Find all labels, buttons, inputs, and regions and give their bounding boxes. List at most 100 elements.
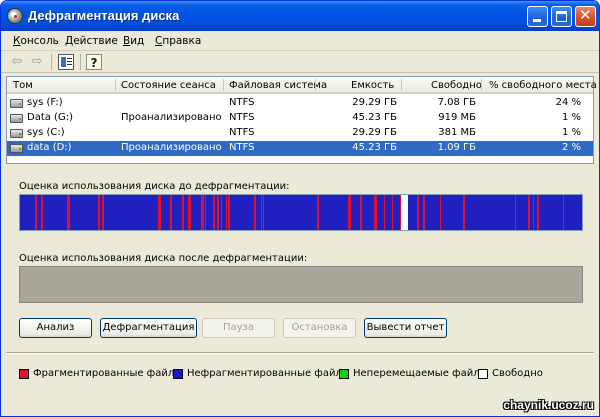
fragmented-stripe [463,195,465,230]
pause-button[interactable]: Пауза [202,318,275,338]
volume-row-selected[interactable]: data (D:) Проанализировано NTFS 45.23 ГБ… [7,141,593,156]
free-space: 7.08 ГБ [437,97,476,108]
fragmented-stripe [226,195,227,230]
minimize-button[interactable] [527,6,548,27]
defrag-content: Том Состояние сеанса Файловая система Ем… [6,76,597,414]
fragmented-stripe [563,195,564,230]
col-capacity[interactable]: Емкость [351,80,394,91]
fragmented-stripe [417,195,419,230]
close-icon: ✕ [579,6,592,24]
free-space-stripe [401,195,408,230]
file-system: NTFS [229,142,255,153]
toolbar: ⇦ ⇨ ? [1,51,599,73]
volume-name: data (D:) [27,142,72,153]
free-space: 919 МБ [438,112,476,123]
legend-label: Нефрагментированные файлы [187,368,350,379]
col-filesystem[interactable]: Файловая система [229,80,327,91]
free-space: 1.09 ГБ [437,142,476,153]
fragmented-stripe [182,195,184,230]
fragmented-swatch [19,369,29,379]
menu-action[interactable]: Действие [65,35,118,47]
col-volume[interactable]: Том [13,80,33,91]
defragment-button[interactable]: Дефрагментация [100,318,197,338]
fragmented-stripe [35,195,37,230]
forward-arrow-icon[interactable]: ⇨ [29,54,45,70]
maximize-button[interactable] [551,6,572,27]
after-defrag-label: Оценка использования диска после дефрагм… [19,253,308,264]
hard-drive-icon [10,99,23,108]
fragmented-stripe [384,195,385,230]
fragmented-stripe [217,195,219,230]
col-free[interactable]: Свободно [431,80,482,91]
col-free-pct[interactable]: % свободного места [489,80,597,91]
volume-row[interactable]: sys (C:) NTFS 29.29 ГБ 381 МБ 1 % [7,126,593,141]
stop-button[interactable]: Остановка [283,318,356,338]
view-report-button[interactable]: Вывести отчет [364,318,447,338]
menu-help-rest: правка [162,35,202,47]
fragmented-stripe [41,195,43,230]
file-system: NTFS [229,97,255,108]
toolbar-separator [51,54,52,70]
menu-console-rest: онсоль [20,35,59,47]
fragmented-stripe [263,195,264,230]
console-tree-icon[interactable] [58,54,74,70]
maximize-icon [556,11,567,22]
hard-drive-icon [10,129,23,138]
window-title: Дефрагментация диска [28,8,180,23]
before-defrag-label: Оценка использования диска до дефрагмент… [19,181,290,192]
fragmented-stripe [537,195,539,230]
fragmented-stripe [221,195,222,230]
fragmented-stripe [228,195,230,230]
fragmented-stripe [317,195,319,230]
menu-console[interactable]: Консоль [13,35,59,47]
fragmented-stripe [374,195,377,230]
menu-view[interactable]: Вид [123,35,144,47]
fragmented-stripe [360,195,362,230]
free-space: 381 МБ [438,127,476,138]
defrag-window: Дефрагментация диска ✕ Консоль Действие … [0,0,600,417]
fragmented-stripe [533,195,534,230]
free-percent: 1 % [561,127,581,138]
menu-help[interactable]: Справка [155,35,201,47]
session-status: Проанализировано [121,112,222,123]
volume-list-header: Том Состояние сеанса Файловая система Ем… [7,77,597,94]
volume-row[interactable]: Data (G:) Проанализировано NTFS 45.23 ГБ… [7,111,593,126]
free-percent: 2 % [561,142,581,153]
fragmented-stripe [528,195,530,230]
capacity: 45.23 ГБ [352,112,397,123]
hard-drive-icon [10,114,23,123]
volume-row[interactable]: sys (F:) NTFS 29.29 ГБ 7.08 ГБ 24 % [7,96,593,111]
close-button[interactable]: ✕ [575,6,596,27]
analyze-button[interactable]: Анализ [19,318,92,338]
col-status[interactable]: Состояние сеанса [121,80,216,91]
menu-bar: Консоль Действие Вид Справка [1,31,599,51]
back-arrow-icon[interactable]: ⇦ [9,54,25,70]
fragmented-stripe [102,195,104,230]
volume-list: Том Состояние сеанса Файловая система Ем… [6,76,597,164]
file-system: NTFS [229,112,255,123]
disk-defrag-app-icon [7,8,23,24]
volume-name: sys (C:) [27,127,65,138]
capacity: 29.29 ГБ [352,127,397,138]
capacity: 45.23 ГБ [352,142,397,153]
contiguous-swatch [173,369,183,379]
after-defrag-map [19,266,583,303]
free-percent: 24 % [555,97,581,108]
fragmented-stripe [188,195,191,230]
fragmented-stripe [254,195,256,230]
fragmented-stripe [440,195,441,230]
session-status: Проанализировано [121,142,222,153]
legend-label: Свободно [492,368,543,379]
fragmented-stripe [158,195,161,230]
legend-label: Фрагментированные файлы [33,368,183,379]
legend-divider [6,352,594,354]
fragmented-stripe [261,195,262,230]
help-icon[interactable]: ? [86,54,102,70]
volume-name: Data (G:) [27,112,73,123]
title-bar[interactable]: Дефрагментация диска ✕ [1,1,599,31]
free-percent: 1 % [561,112,581,123]
file-system: NTFS [229,127,255,138]
capacity: 29.29 ГБ [352,97,397,108]
before-defrag-map [19,194,583,231]
site-watermark: chaynik.ucoz.ru [503,398,594,412]
